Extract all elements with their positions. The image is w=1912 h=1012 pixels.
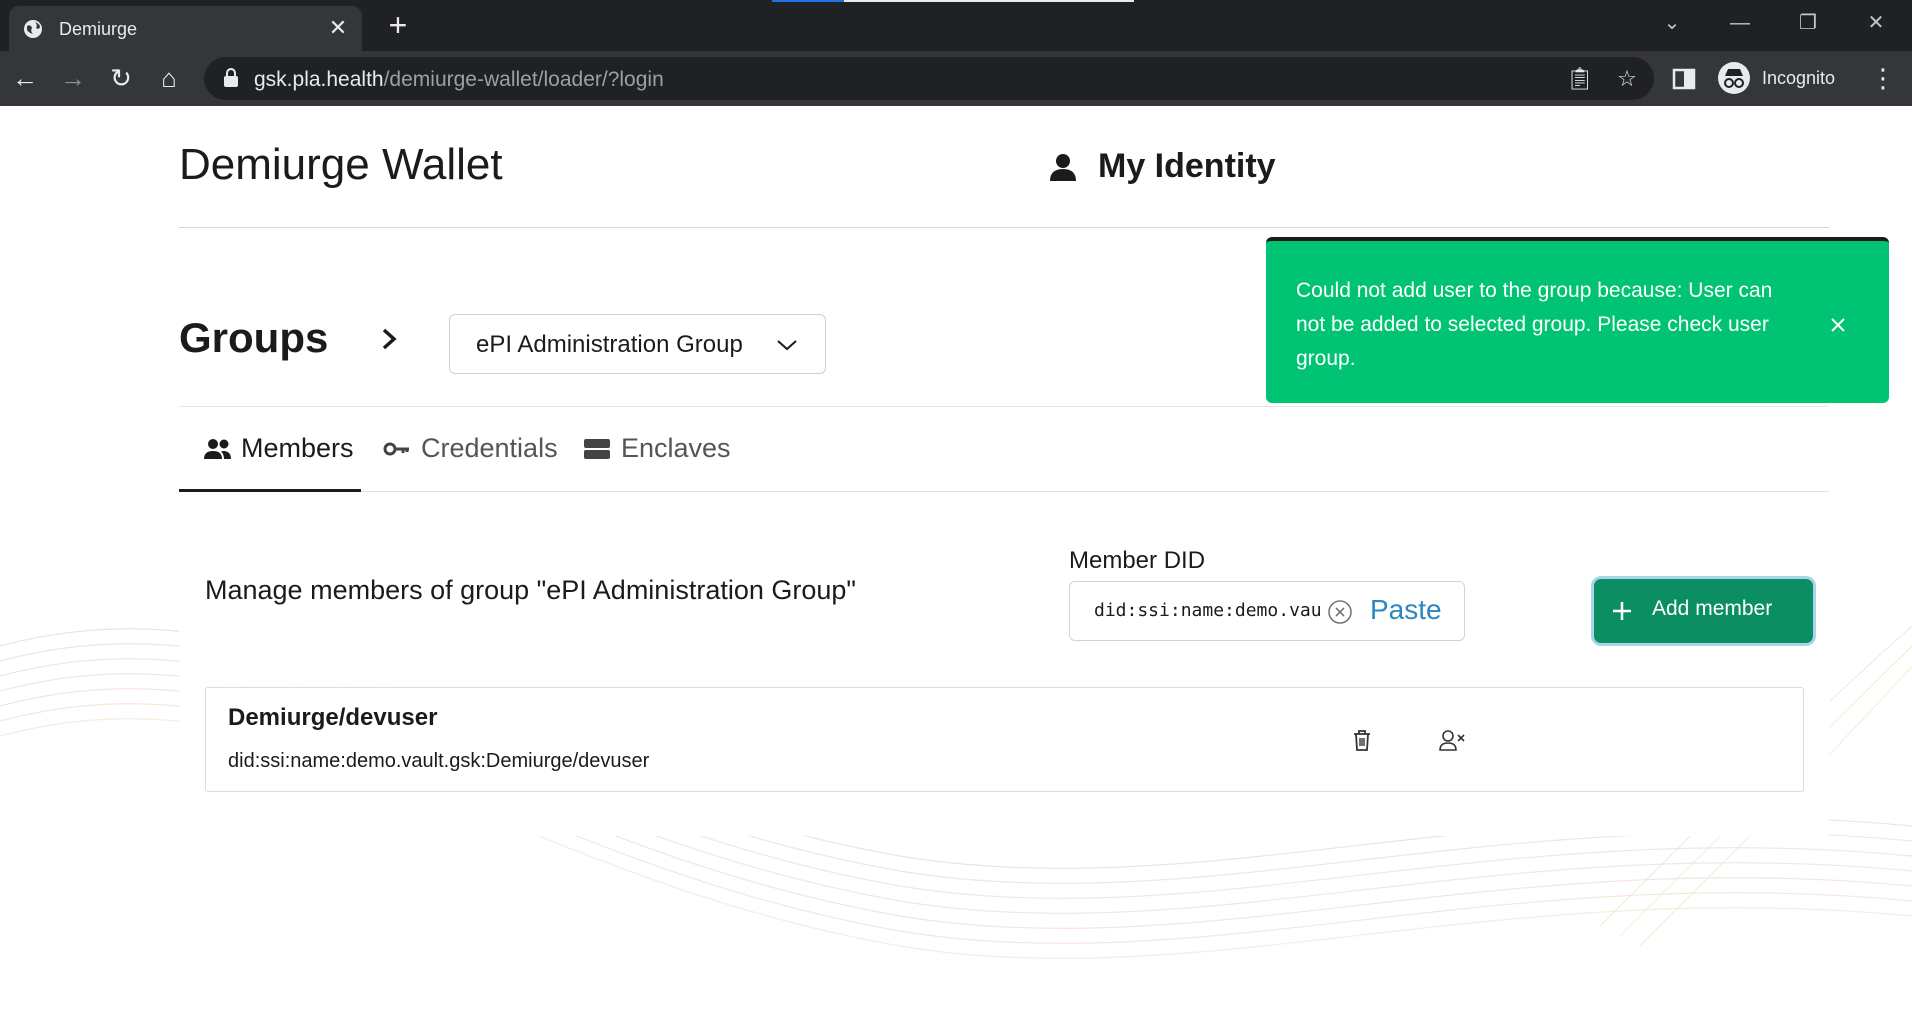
member-name: Demiurge/devuser [228,704,438,731]
loading-indicator [772,0,844,2]
forward-button[interactable]: → [56,61,90,95]
minimize-button[interactable]: — [1720,8,1760,38]
tab-enclaves[interactable]: Enclaves [579,407,749,492]
chevron-down-icon [777,340,797,351]
member-did: did:ssi:name:demo.vault.gsk:Demiurge/dev… [228,750,650,772]
browser-tab[interactable]: Demiurge ✕ [9,6,362,51]
incognito-icon [1718,62,1750,94]
trash-icon[interactable] [1348,726,1376,754]
plus-icon [1613,602,1631,620]
more-menu-icon[interactable]: ⋮ [1870,61,1896,95]
url-text[interactable]: gsk.pla.health/demiurge-wallet/loader/?l… [254,68,664,92]
members-icon [204,439,231,459]
restore-button[interactable]: ❐ [1788,8,1828,38]
close-tab-icon[interactable]: ✕ [326,16,350,40]
list-item: Demiurge/devuser did:ssi:name:demo.vault… [205,687,1804,792]
page: Demiurge Wallet My Identity Groups ePI A… [0,106,1912,1012]
side-panel-icon[interactable] [1670,65,1698,93]
my-identity-label: My Identity [1098,147,1276,185]
reload-button[interactable]: ↻ [104,61,138,95]
loading-indicator-track [844,0,1134,2]
group-panel: Members Credentials Enclaves Manage memb… [179,406,1829,836]
group-select[interactable]: ePI Administration Group [449,314,826,374]
group-select-value: ePI Administration Group [476,331,743,358]
remove-user-icon[interactable] [1438,726,1466,754]
incognito-label: Incognito [1762,68,1836,88]
back-button[interactable]: ← [8,61,42,95]
tab-credentials[interactable]: Credentials [379,407,559,492]
tab-members-label: Members [241,433,354,463]
paste-button[interactable]: Paste [1370,594,1490,626]
group-tabs: Members Credentials Enclaves [179,407,1829,492]
chevron-right-icon [382,328,397,350]
groups-title: Groups [179,314,329,361]
browser-toolbar: ← → ↻ ⌂ gsk.pla.health/demiurge-wallet/l… [0,51,1912,106]
member-did-input[interactable] [1094,600,1320,621]
tab-credentials-label: Credentials [421,433,558,463]
close-window-button[interactable]: ✕ [1856,8,1896,38]
star-icon[interactable]: ☆ [1614,66,1640,92]
tab-title: Demiurge [59,19,138,39]
url-host: gsk.pla.health [254,68,384,91]
toast-message: Could not add user to the group because:… [1296,279,1773,370]
address-bar[interactable]: gsk.pla.health/demiurge-wallet/loader/?l… [204,57,1654,100]
new-tab-button[interactable]: + [383,8,413,42]
lock-icon[interactable] [222,68,240,88]
tab-members[interactable]: Members [179,407,361,492]
tab-enclaves-label: Enclaves [621,433,731,463]
storage-icon [584,439,610,459]
home-button[interactable]: ⌂ [152,61,186,95]
url-path: /demiurge-wallet/loader/?login [383,68,664,91]
error-toast: Could not add user to the group because:… [1266,237,1889,403]
app-title: Demiurge Wallet [179,140,503,189]
add-member-label: Add member [1652,597,1773,620]
manage-members-text: Manage members of group "ePI Administrat… [205,575,856,605]
key-icon [383,442,409,456]
tab-search-icon[interactable]: ⌄ [1652,8,1692,38]
member-did-field: Paste [1069,581,1465,641]
member-did-label: Member DID [1069,547,1206,574]
clipboard-icon[interactable]: 📋︎ [1566,66,1594,92]
incognito-profile-button[interactable]: Incognito [1714,57,1854,99]
browser-window: Demiurge ✕ + ⌄ — ❐ ✕ ← → ↻ ⌂ gsk.pla.hea… [0,0,1912,106]
add-member-button[interactable]: Add member [1594,579,1813,643]
globe-icon [24,20,42,38]
clear-icon[interactable] [1327,599,1353,625]
header-divider [179,227,1829,228]
close-icon[interactable] [1826,313,1850,337]
user-icon [1050,154,1076,181]
